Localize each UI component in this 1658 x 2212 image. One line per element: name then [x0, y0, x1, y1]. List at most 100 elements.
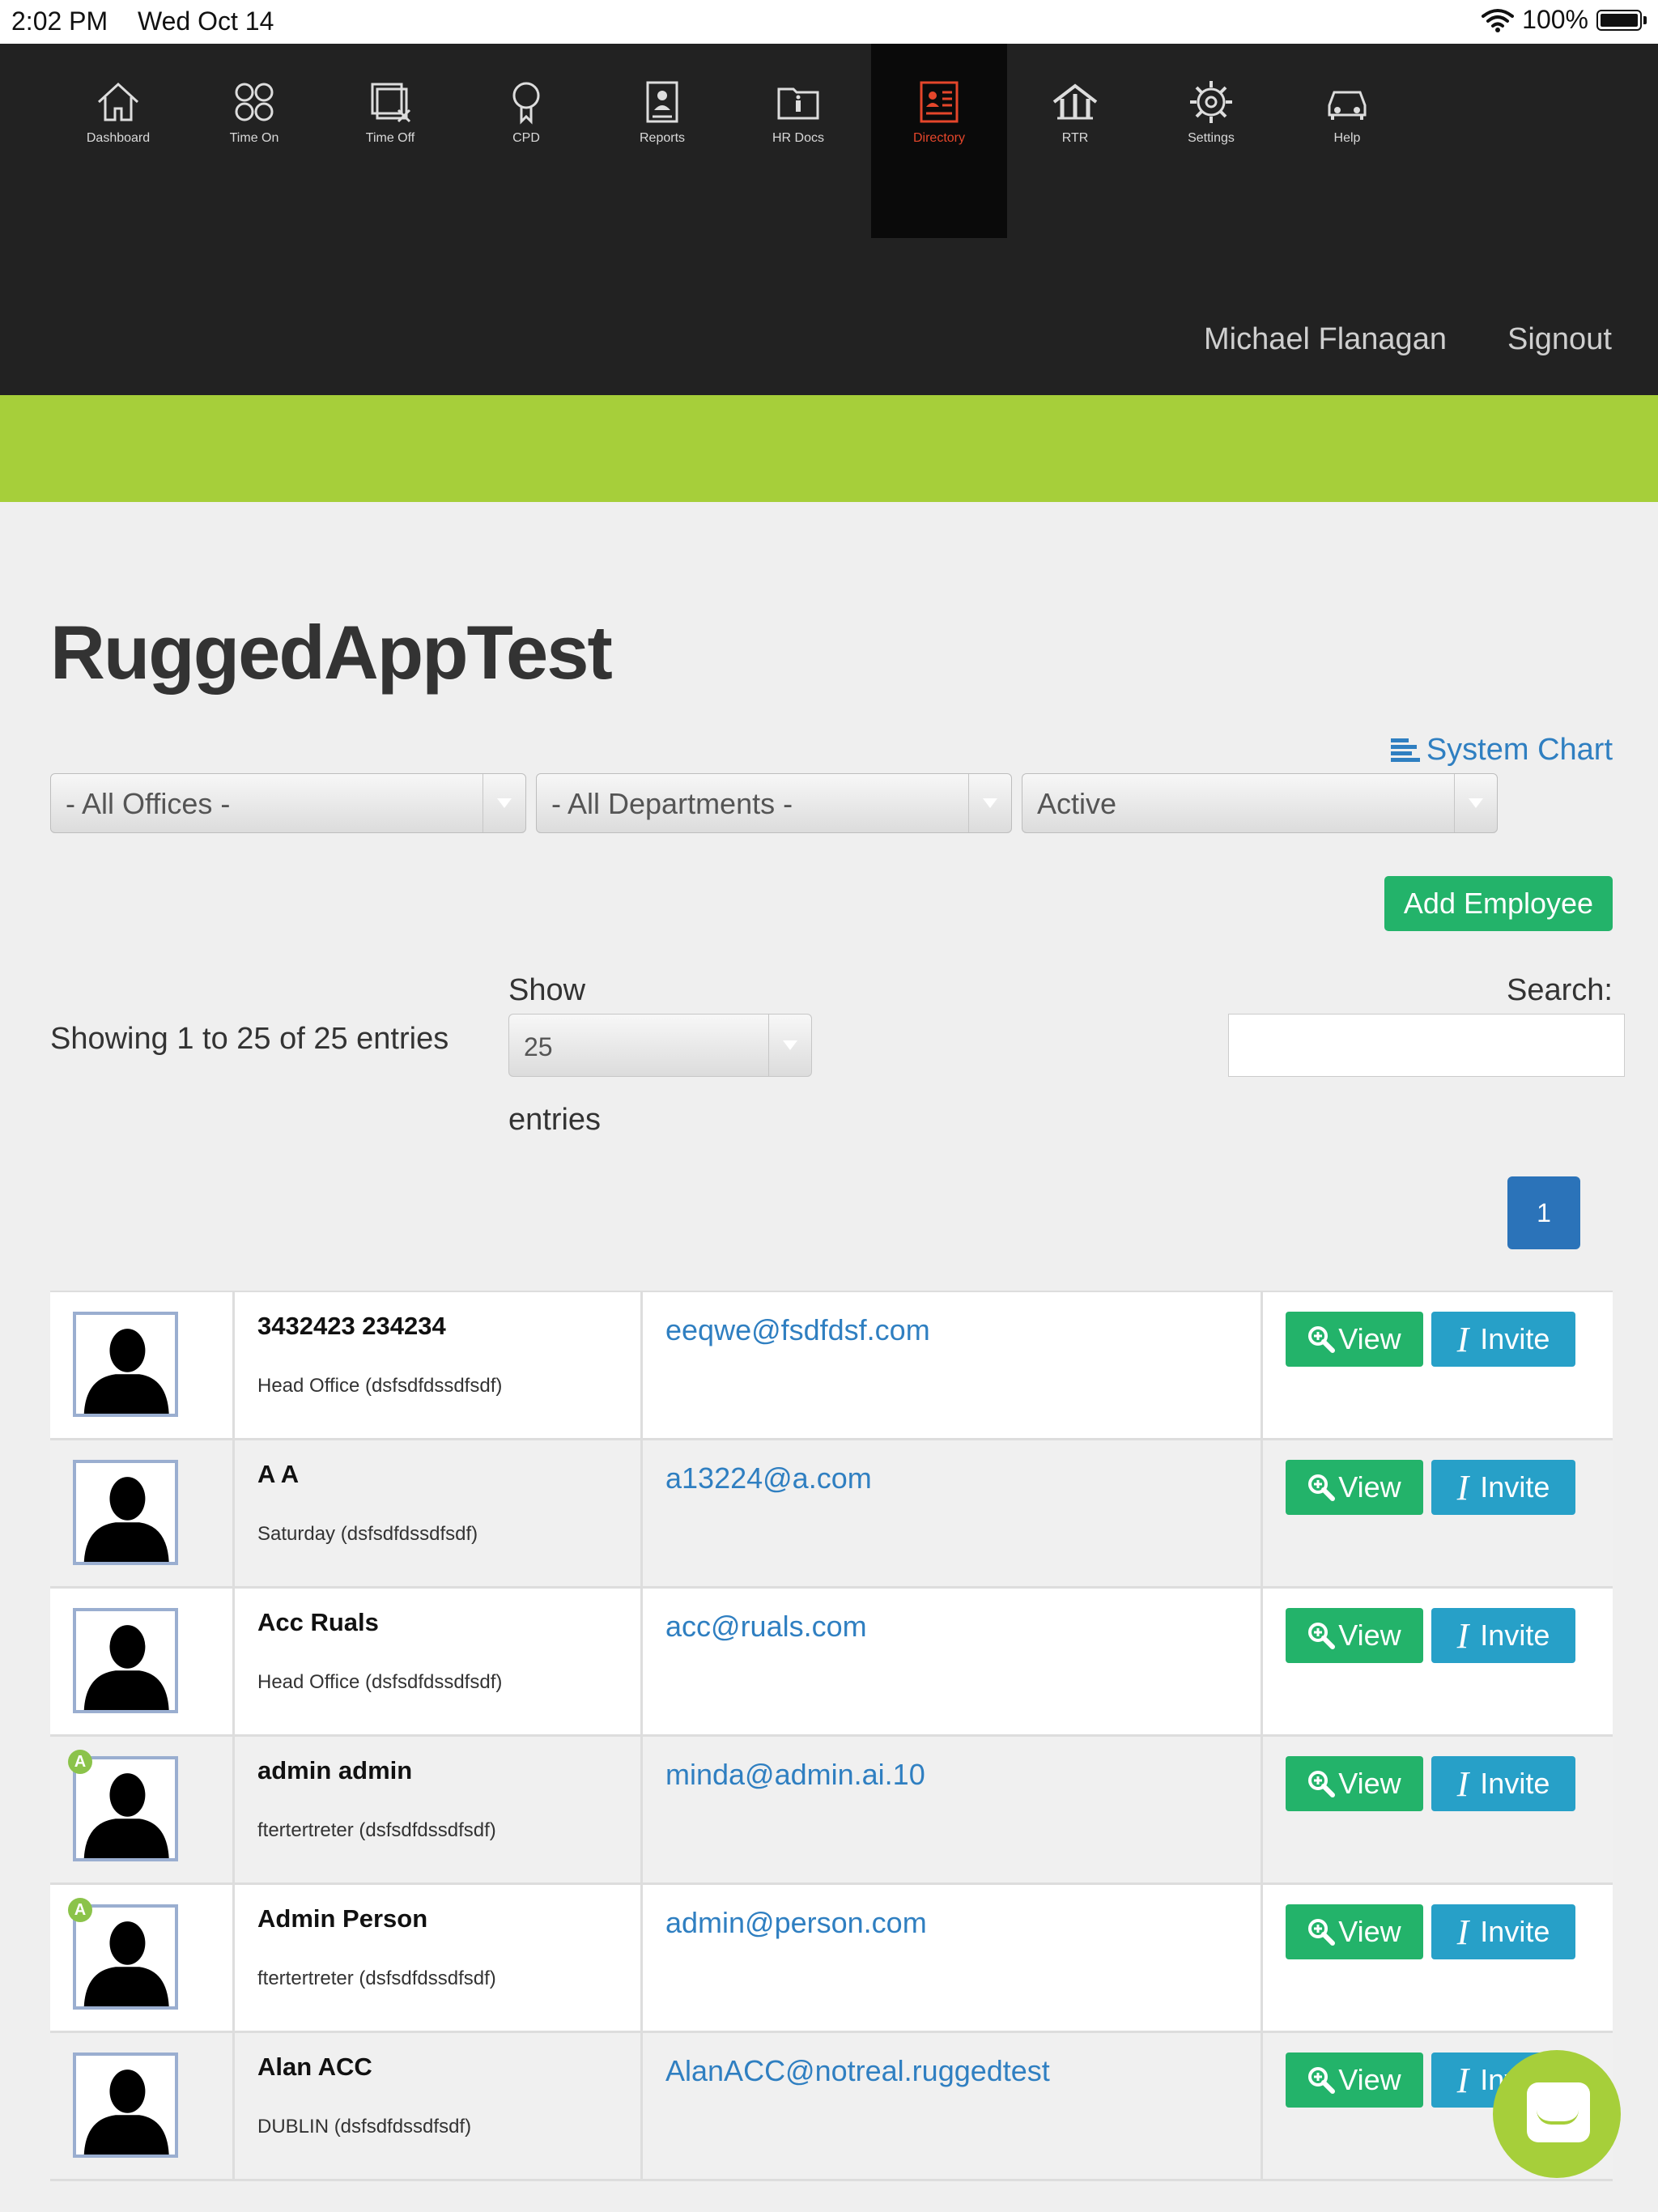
view-label: View: [1338, 1619, 1401, 1652]
system-chart-link[interactable]: System Chart: [1390, 733, 1613, 768]
avatar[interactable]: [73, 2052, 178, 2158]
employee-email-link[interactable]: a13224@a.com: [665, 1461, 872, 1495]
view-button[interactable]: View: [1286, 1460, 1423, 1515]
email-cell: AlanACC@notreal.ruggedtest: [643, 2033, 1263, 2179]
avatar-cell: [50, 1440, 235, 1586]
employee-email-link[interactable]: AlanACC@notreal.ruggedtest: [665, 2054, 1050, 2088]
avatar[interactable]: [73, 1608, 178, 1713]
departments-select[interactable]: - All Departments -: [536, 773, 1012, 833]
person-silhouette-icon: [83, 1625, 169, 1710]
view-button[interactable]: View: [1286, 2052, 1423, 2108]
nav-rtr[interactable]: RTR: [1007, 44, 1143, 238]
nav-hr-docs[interactable]: HR Docs: [730, 44, 866, 238]
avatar-cell: [50, 1589, 235, 1734]
email-cell: acc@ruals.com: [643, 1589, 1263, 1734]
avatar[interactable]: [73, 1904, 178, 2010]
view-button[interactable]: View: [1286, 1608, 1423, 1663]
page-length-value: 25: [524, 1032, 553, 1061]
nav-settings[interactable]: Settings: [1143, 44, 1279, 238]
rtr-icon: [1052, 83, 1098, 120]
nav-label: Help: [1333, 131, 1361, 145]
time-on-icon: [235, 83, 274, 121]
invite-button[interactable]: I Invite: [1431, 1904, 1575, 1959]
nav-time-off[interactable]: Time Off: [322, 44, 458, 238]
zoom-in-icon: [1308, 1919, 1336, 1946]
employee-name: Admin Person: [257, 1904, 428, 1933]
invite-button[interactable]: I Invite: [1431, 1756, 1575, 1811]
brand-bar: [0, 395, 1658, 502]
chat-launcher-button[interactable]: [1493, 2050, 1621, 2178]
view-label: View: [1338, 1915, 1401, 1948]
page-title: RuggedAppTest: [50, 610, 613, 695]
invite-label: Invite: [1480, 1767, 1550, 1800]
user-name-link[interactable]: Michael Flanagan: [1204, 322, 1447, 357]
nav-label: Reports: [639, 131, 686, 145]
view-label: View: [1338, 1322, 1401, 1355]
nav-directory[interactable]: Directory: [871, 44, 1007, 238]
name-cell: Acc Ruals Head Office (dsfsdfdssdfsdf): [235, 1589, 643, 1734]
invite-button[interactable]: I Invite: [1431, 1312, 1575, 1367]
status-bar: 2:02 PM Wed Oct 14 100%: [0, 0, 1658, 44]
time-off-icon: [371, 83, 411, 123]
text-cursor-icon: I: [1456, 1763, 1469, 1804]
zoom-in-icon: [1308, 2067, 1336, 2094]
status-select[interactable]: Active: [1022, 773, 1498, 833]
zoom-in-icon: [1308, 1474, 1336, 1501]
home-icon: [97, 82, 139, 121]
email-cell: admin@person.com: [643, 1885, 1263, 2031]
person-silhouette-icon: [83, 1773, 169, 1858]
employee-name: admin admin: [257, 1756, 413, 1784]
show-label: Show: [508, 973, 586, 1007]
gear-icon: [1190, 81, 1232, 123]
employee-office: Head Office (dsfsdfdssdfsdf): [257, 1671, 503, 1693]
employee-email-link[interactable]: minda@admin.ai.10: [665, 1758, 925, 1792]
actions-cell: View I Invite: [1263, 1440, 1613, 1586]
hr-docs-icon: [777, 87, 819, 120]
employee-table: 3432423 234234 Head Office (dsfsdfdssdfs…: [50, 1291, 1613, 2181]
admin-badge: A: [68, 1898, 92, 1922]
nav-label: CPD: [512, 131, 540, 145]
zoom-in-icon: [1308, 1326, 1336, 1353]
nav-cpd[interactable]: CPD: [458, 44, 594, 238]
view-button[interactable]: View: [1286, 1312, 1423, 1367]
search-input[interactable]: [1228, 1014, 1625, 1077]
employee-email-link[interactable]: admin@person.com: [665, 1906, 927, 1940]
employee-email-link[interactable]: eeqwe@fsdfdsf.com: [665, 1313, 930, 1347]
name-cell: Alan ACC DUBLIN (dsfsdfdssdfsdf): [235, 2033, 643, 2179]
employee-name: Alan ACC: [257, 2052, 372, 2081]
avatar[interactable]: [73, 1756, 178, 1861]
signout-link[interactable]: Signout: [1507, 322, 1612, 357]
list-icon: [1390, 738, 1420, 762]
page-length-select[interactable]: 25: [508, 1014, 812, 1077]
add-employee-button[interactable]: Add Employee: [1384, 876, 1613, 931]
invite-button[interactable]: I Invite: [1431, 1460, 1575, 1515]
employee-office: Head Office (dsfsdfdssdfsdf): [257, 1375, 503, 1397]
view-button[interactable]: View: [1286, 1756, 1423, 1811]
admin-badge: A: [68, 1750, 92, 1774]
table-row: A A Saturday (dsfsdfdssdfsdf) a13224@a.c…: [50, 1440, 1613, 1589]
pagination-page-1[interactable]: 1: [1507, 1176, 1580, 1249]
nav-reports[interactable]: Reports: [594, 44, 730, 238]
status-date: Wed Oct 14: [138, 6, 274, 36]
directory-icon: [920, 81, 959, 123]
offices-select[interactable]: - All Offices -: [50, 773, 526, 833]
invite-button[interactable]: I Invite: [1431, 1608, 1575, 1663]
avatar[interactable]: [73, 1312, 178, 1417]
chevron-down-icon: [768, 1015, 811, 1076]
text-cursor-icon: I: [1456, 1615, 1469, 1656]
name-cell: Admin Person ftertertreter (dsfsdfdssdfs…: [235, 1885, 643, 2031]
nav-time-on[interactable]: Time On: [186, 44, 322, 238]
employee-name: Acc Ruals: [257, 1608, 379, 1636]
nav-dashboard[interactable]: Dashboard: [50, 44, 186, 238]
nav-label: RTR: [1061, 131, 1089, 145]
employee-email-link[interactable]: acc@ruals.com: [665, 1610, 867, 1644]
nav-label: Time On: [229, 131, 279, 145]
nav-help[interactable]: Help: [1279, 44, 1415, 238]
employee-office: Saturday (dsfsdfdssdfsdf): [257, 1523, 478, 1545]
nav-label: HR Docs: [772, 131, 824, 145]
email-cell: eeqwe@fsdfdsf.com: [643, 1292, 1263, 1438]
avatar[interactable]: [73, 1460, 178, 1565]
view-button[interactable]: View: [1286, 1904, 1423, 1959]
employee-office: DUBLIN (dsfsdfdssdfsdf): [257, 2116, 472, 2138]
battery-percent: 100%: [1522, 5, 1588, 34]
